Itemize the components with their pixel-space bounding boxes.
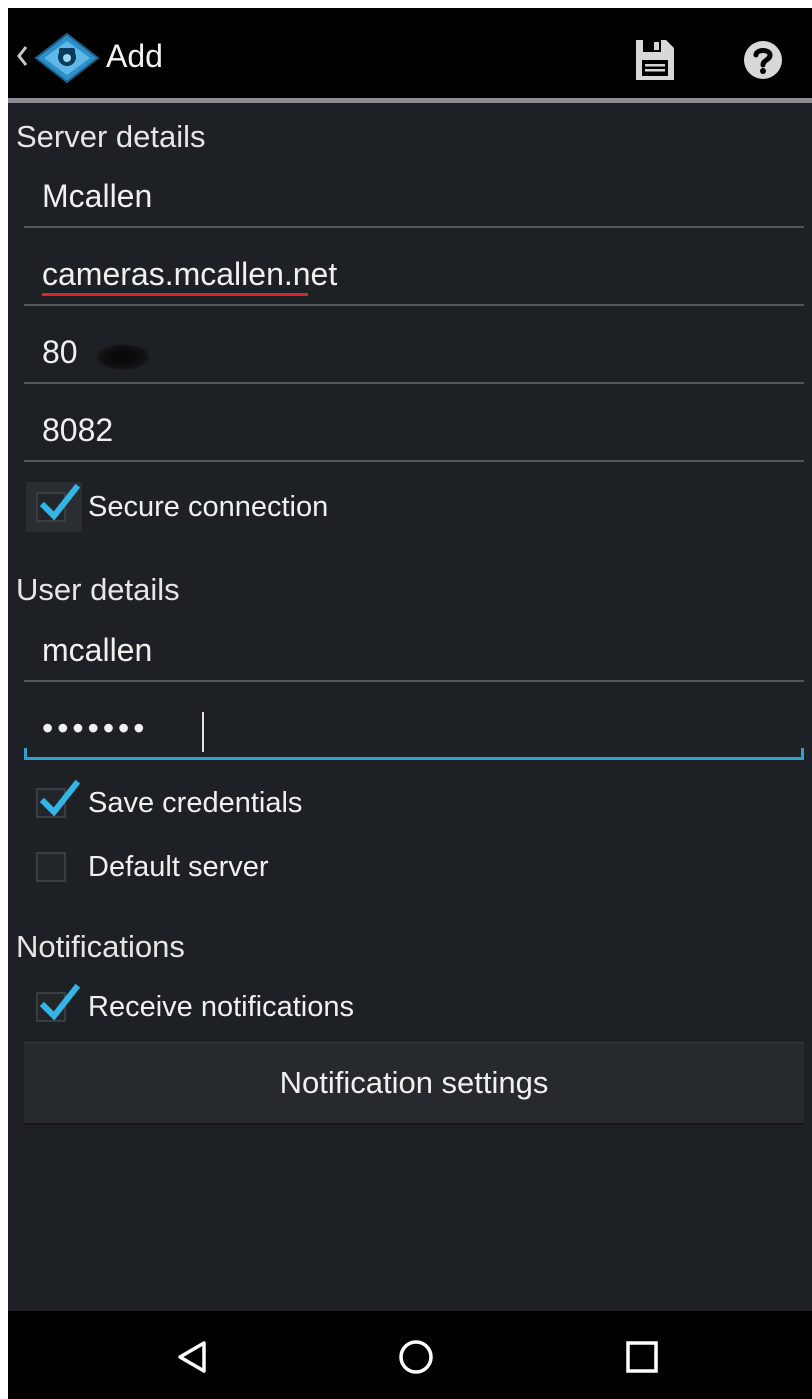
- chevron-left-icon[interactable]: [14, 44, 30, 68]
- server-port-value: 80: [42, 334, 78, 370]
- page-title: Add: [106, 38, 163, 74]
- secure-connection-label: Secure connection: [88, 491, 329, 523]
- server-host-value: cameras.mcallen.net: [42, 256, 338, 292]
- action-bar-divider: [8, 98, 812, 103]
- username-field[interactable]: mcallen: [24, 622, 804, 682]
- server-name-field[interactable]: Mcallen: [24, 168, 804, 228]
- receive-notifications-checkbox[interactable]: Receive notifications: [16, 980, 796, 1034]
- redaction-smudge: [96, 344, 150, 370]
- text-cursor: [202, 712, 204, 752]
- home-icon[interactable]: [392, 1333, 440, 1381]
- server-name-value: Mcallen: [42, 178, 153, 214]
- check-icon: [39, 484, 80, 521]
- default-server-checkbox[interactable]: Default server: [16, 840, 796, 894]
- check-icon: [39, 780, 80, 817]
- checkbox-box: [36, 852, 66, 882]
- check-icon: [39, 984, 80, 1021]
- server-port-field[interactable]: 80: [24, 324, 804, 384]
- app-screen: Add Server details Mcallen cameras.mcall…: [8, 8, 812, 1399]
- back-icon[interactable]: [168, 1333, 216, 1381]
- action-bar: Add: [8, 8, 812, 98]
- password-field[interactable]: •••••••: [24, 700, 804, 760]
- save-icon[interactable]: [630, 36, 678, 84]
- notifications-heading: Notifications: [16, 929, 185, 964]
- app-logo-icon[interactable]: [34, 32, 100, 84]
- receive-notifications-label: Receive notifications: [88, 991, 354, 1023]
- secure-port-value: 8082: [42, 412, 114, 448]
- username-value: mcallen: [42, 632, 153, 668]
- default-server-label: Default server: [88, 851, 269, 883]
- server-details-heading: Server details: [16, 119, 206, 154]
- recents-icon[interactable]: [618, 1333, 666, 1381]
- save-credentials-label: Save credentials: [88, 787, 303, 819]
- secure-connection-checkbox[interactable]: Secure connection: [16, 480, 796, 534]
- system-nav-bar: [8, 1311, 812, 1399]
- spellcheck-underline: [42, 293, 308, 296]
- save-credentials-checkbox[interactable]: Save credentials: [16, 776, 796, 830]
- server-host-field[interactable]: cameras.mcallen.net: [24, 246, 804, 306]
- notification-settings-button[interactable]: Notification settings: [24, 1042, 804, 1125]
- user-details-heading: User details: [16, 572, 180, 607]
- secure-port-field[interactable]: 8082: [24, 402, 804, 462]
- password-value: •••••••: [42, 710, 149, 746]
- help-icon[interactable]: [742, 39, 784, 81]
